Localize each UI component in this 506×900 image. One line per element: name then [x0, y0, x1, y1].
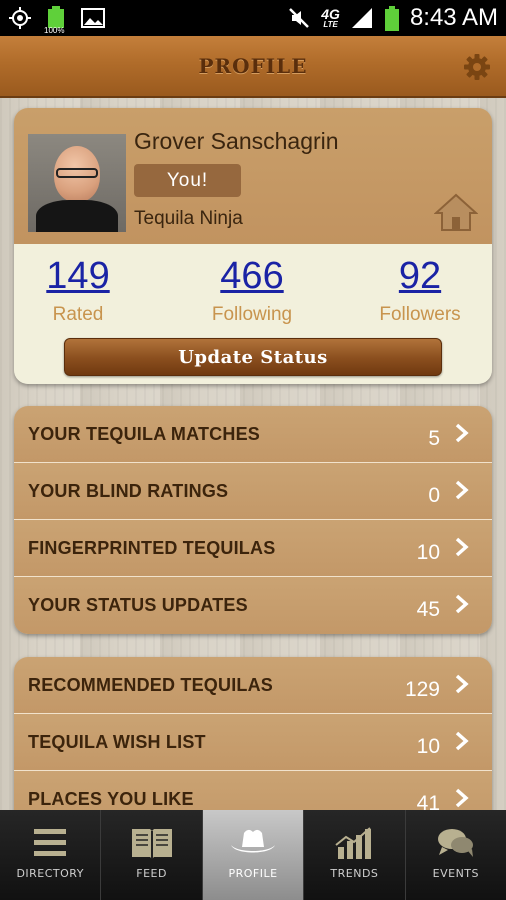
tab-label: TRENDS: [330, 867, 379, 880]
app-header: PROFILE: [0, 36, 506, 98]
list-item[interactable]: TEQUILA WISH LIST 10: [14, 714, 492, 771]
list-item-label: PLACES YOU LIKE: [28, 789, 194, 809]
tab-label: PROFILE: [228, 867, 278, 880]
network-subtype: LTE: [323, 20, 338, 29]
stat-followers[interactable]: 92 Followers: [350, 254, 490, 326]
clock: 8:43 AM: [409, 4, 498, 31]
tab-label: DIRECTORY: [16, 867, 84, 880]
recommendations-list: RECOMMENDED TEQUILAS 129 TEQUILA WISH LI…: [14, 657, 492, 810]
bar-chart-icon: [330, 825, 378, 861]
chevron-right-icon: [454, 479, 470, 501]
tab-label: EVENTS: [432, 867, 479, 880]
home-icon[interactable]: [433, 192, 479, 232]
list-icon: [26, 825, 74, 861]
book-icon: [128, 825, 176, 861]
tab-events[interactable]: EVENTS: [405, 810, 506, 900]
image-icon: [80, 6, 105, 30]
list-item-count: 0: [428, 484, 440, 507]
chevron-right-icon: [454, 593, 470, 615]
activity-list: YOUR TEQUILA MATCHES 5 YOUR BLIND RATING…: [14, 406, 492, 634]
list-item[interactable]: YOUR BLIND RATINGS 0: [14, 463, 492, 520]
profile-rank: Tequila Ninja: [134, 208, 243, 229]
gps-icon: [8, 6, 32, 30]
list-item-label: FINGERPRINTED TEQUILAS: [28, 537, 276, 558]
main-content: Grover Sanschagrin You! Tequila Ninja 14…: [0, 98, 506, 810]
network-type: 4G: [321, 6, 340, 22]
tab-trends[interactable]: TRENDS: [304, 810, 406, 900]
tab-label: FEED: [136, 867, 167, 880]
chevron-right-icon: [454, 730, 470, 752]
stat-rated-value[interactable]: 149: [14, 254, 148, 298]
list-item-count: 41: [416, 792, 440, 810]
tab-profile[interactable]: PROFILE: [202, 810, 305, 900]
stat-following[interactable]: 466 Following: [182, 254, 322, 326]
list-item-count: 10: [416, 735, 440, 758]
list-item[interactable]: FINGERPRINTED TEQUILAS 10: [14, 520, 492, 577]
battery-icon: 100%: [44, 6, 66, 35]
profile-name: Grover Sanschagrin: [134, 128, 339, 154]
you-badge: You!: [134, 164, 241, 197]
stat-following-value[interactable]: 466: [182, 254, 322, 298]
list-item-label: YOUR STATUS UPDATES: [28, 595, 248, 615]
network-indicator: 4G LTE: [321, 7, 340, 29]
profile-card: Grover Sanschagrin You! Tequila Ninja 14…: [14, 108, 492, 384]
tab-directory[interactable]: DIRECTORY: [0, 810, 102, 900]
list-item-count: 5: [428, 427, 440, 450]
chevron-right-icon: [454, 422, 470, 444]
list-item[interactable]: YOUR TEQUILA MATCHES 5: [14, 406, 492, 463]
list-item-label: YOUR TEQUILA MATCHES: [28, 423, 260, 444]
avatar: [28, 134, 126, 232]
stat-rated-label: Rated: [52, 304, 104, 325]
list-item[interactable]: RECOMMENDED TEQUILAS 129: [14, 657, 492, 714]
mute-icon: [287, 6, 311, 30]
profile-stats: 149 Rated 466 Following 92 Followers Upd…: [14, 244, 492, 384]
chat-bubbles-icon: [432, 825, 480, 861]
list-item[interactable]: YOUR STATUS UPDATES 45: [14, 577, 492, 634]
battery-percent: 100%: [44, 26, 65, 35]
stat-followers-value[interactable]: 92: [350, 254, 490, 298]
chevron-right-icon: [454, 787, 470, 809]
battery-full-icon: [384, 6, 400, 31]
page-title: PROFILE: [198, 54, 308, 78]
signal-icon: [350, 6, 374, 30]
list-item-count: 10: [416, 541, 440, 564]
list-item-count: 129: [404, 678, 440, 701]
list-item-label: RECOMMENDED TEQUILAS: [28, 674, 274, 695]
update-status-button[interactable]: Update Status: [64, 338, 442, 376]
chevron-right-icon: [454, 673, 470, 695]
list-item-count: 45: [416, 598, 440, 621]
status-bar: 100% 4G LTE 8:43 AM: [0, 0, 506, 36]
tab-feed[interactable]: FEED: [101, 810, 203, 900]
stat-rated[interactable]: 149 Rated: [14, 254, 148, 326]
gear-icon[interactable]: [462, 52, 492, 82]
stat-followers-label: Followers: [379, 304, 461, 325]
tab-bar: DIRECTORY FEED PROFILE TRENDS EVENTS: [0, 810, 506, 900]
profile-header: Grover Sanschagrin You! Tequila Ninja: [14, 108, 492, 244]
chevron-right-icon: [454, 536, 470, 558]
list-item-label: TEQUILA WISH LIST: [28, 731, 206, 752]
list-item[interactable]: PLACES YOU LIKE 41: [14, 771, 492, 810]
stat-following-label: Following: [211, 304, 293, 325]
cowboy-hat-icon: [229, 825, 277, 861]
list-item-label: YOUR BLIND RATINGS: [28, 480, 229, 501]
